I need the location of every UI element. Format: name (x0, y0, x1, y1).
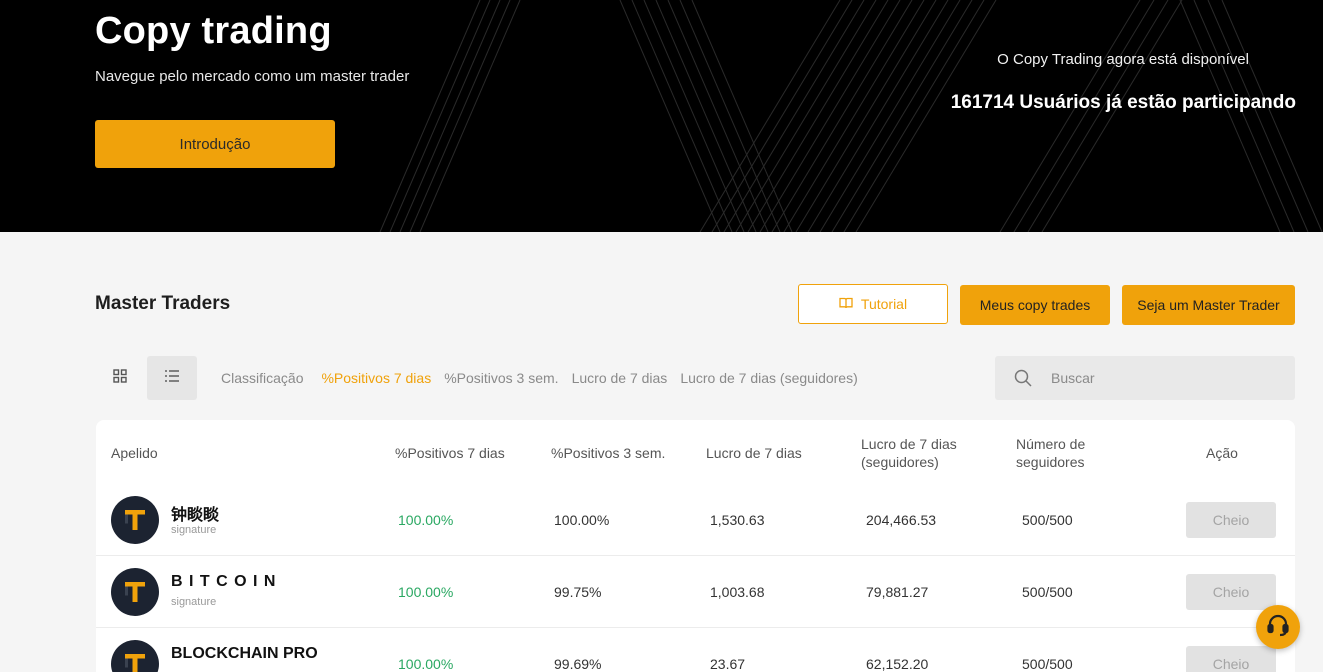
avatar (111, 496, 159, 544)
avatar (111, 640, 159, 672)
trader-name[interactable]: B I T C O I N (171, 573, 276, 591)
column-header-line: (seguidores) (861, 453, 939, 470)
column-header-action: Ação (1206, 444, 1238, 461)
avatar (111, 568, 159, 616)
full-button[interactable]: Cheio (1186, 502, 1276, 538)
column-header-follower-profit: Lucro de 7 dias (seguidores) (861, 420, 957, 485)
search-icon (995, 369, 1051, 387)
sort-label: Classificação (221, 370, 304, 386)
t-logo-icon (125, 654, 145, 672)
trader-signature: signature (171, 524, 217, 536)
column-header-nickname: Apelido (111, 444, 158, 461)
trader-signature: signature (171, 596, 217, 608)
table-row[interactable]: BLOCKCHAIN PRO 100.00% 99.69% 23.67 62,1… (96, 628, 1295, 672)
availability-text: O Copy Trading agora está disponível (997, 51, 1249, 68)
master-traders-table: Apelido %Positivos 7 dias %Positivos 3 s… (96, 420, 1295, 672)
column-header-positive-7d: %Positivos 7 dias (395, 444, 505, 461)
book-icon (839, 296, 853, 312)
follower-profit-value: 204,466.53 (866, 512, 937, 528)
sort-option-follower-profit-7d[interactable]: Lucro de 7 dias (seguidores) (680, 370, 857, 386)
column-header-line: Número de (1016, 435, 1086, 452)
column-header-profit-7d: Lucro de 7 dias (706, 444, 802, 461)
follower-profit-value: 62,152.20 (866, 656, 929, 672)
positive-7d-value: 100.00% (398, 656, 454, 672)
tutorial-label: Tutorial (860, 296, 908, 312)
list-icon (164, 369, 180, 388)
tutorial-button[interactable]: Tutorial (798, 284, 948, 324)
hero-banner: Copy trading Navegue pelo mercado como u… (0, 0, 1323, 232)
t-logo-icon (125, 582, 145, 602)
page-title: Copy trading (95, 10, 332, 52)
sort-option-profit-7d[interactable]: Lucro de 7 dias (572, 370, 668, 386)
followers-value: 500/500 (1022, 656, 1073, 672)
column-header-positive-3w: %Positivos 3 sem. (551, 444, 666, 461)
positive-7d-value: 100.00% (398, 584, 454, 600)
search-input[interactable] (1051, 370, 1281, 386)
trader-name[interactable]: 钟睒睒 (171, 501, 219, 525)
grid-view-toggle[interactable] (97, 356, 143, 400)
become-master-trader-button[interactable]: Seja um Master Trader (1122, 285, 1295, 325)
table-row[interactable]: B I T C O I N signature 100.00% 99.75% 1… (96, 556, 1295, 628)
column-header-line: Lucro de 7 dias (861, 435, 957, 452)
sort-option-positive-3w[interactable]: %Positivos 3 sem. (444, 370, 558, 386)
introduction-button[interactable]: Introdução (95, 120, 335, 168)
headset-icon (1265, 612, 1291, 643)
profit-7d-value: 1,530.63 (710, 512, 765, 528)
positive-3w-value: 100.00% (554, 512, 610, 528)
sort-bar: Classificação %Positivos 7 dias %Positiv… (221, 370, 871, 386)
my-copy-trades-button[interactable]: Meus copy trades (960, 285, 1110, 325)
profit-7d-value: 23.67 (710, 656, 746, 672)
followers-value: 500/500 (1022, 584, 1073, 600)
full-button[interactable]: Cheio (1186, 574, 1276, 610)
grid-icon (113, 368, 127, 388)
followers-value: 500/500 (1022, 512, 1073, 528)
positive-3w-value: 99.75% (554, 584, 602, 600)
full-button[interactable]: Cheio (1186, 646, 1276, 672)
column-header-line: seguidores (1016, 453, 1085, 470)
column-header-followers: Número de seguidores (1016, 420, 1085, 485)
sort-option-positive-7d[interactable]: %Positivos 7 dias (321, 370, 431, 386)
list-view-toggle[interactable] (147, 356, 197, 400)
positive-7d-value: 100.00% (398, 512, 454, 528)
users-count-text: 161714 Usuários já estão participando (950, 92, 1296, 113)
search-box (995, 356, 1295, 400)
support-chat-button[interactable] (1256, 605, 1300, 649)
table-row[interactable]: 钟睒睒 signature 100.00% 100.00% 1,530.63 2… (96, 484, 1295, 556)
follower-profit-value: 79,881.27 (866, 584, 929, 600)
section-title: Master Traders (95, 293, 231, 314)
hero-subtitle: Navegue pelo mercado como um master trad… (95, 68, 410, 85)
trader-name[interactable]: BLOCKCHAIN PRO (171, 645, 318, 663)
profit-7d-value: 1,003.68 (710, 584, 765, 600)
positive-3w-value: 99.69% (554, 656, 602, 672)
t-logo-icon (125, 510, 145, 530)
